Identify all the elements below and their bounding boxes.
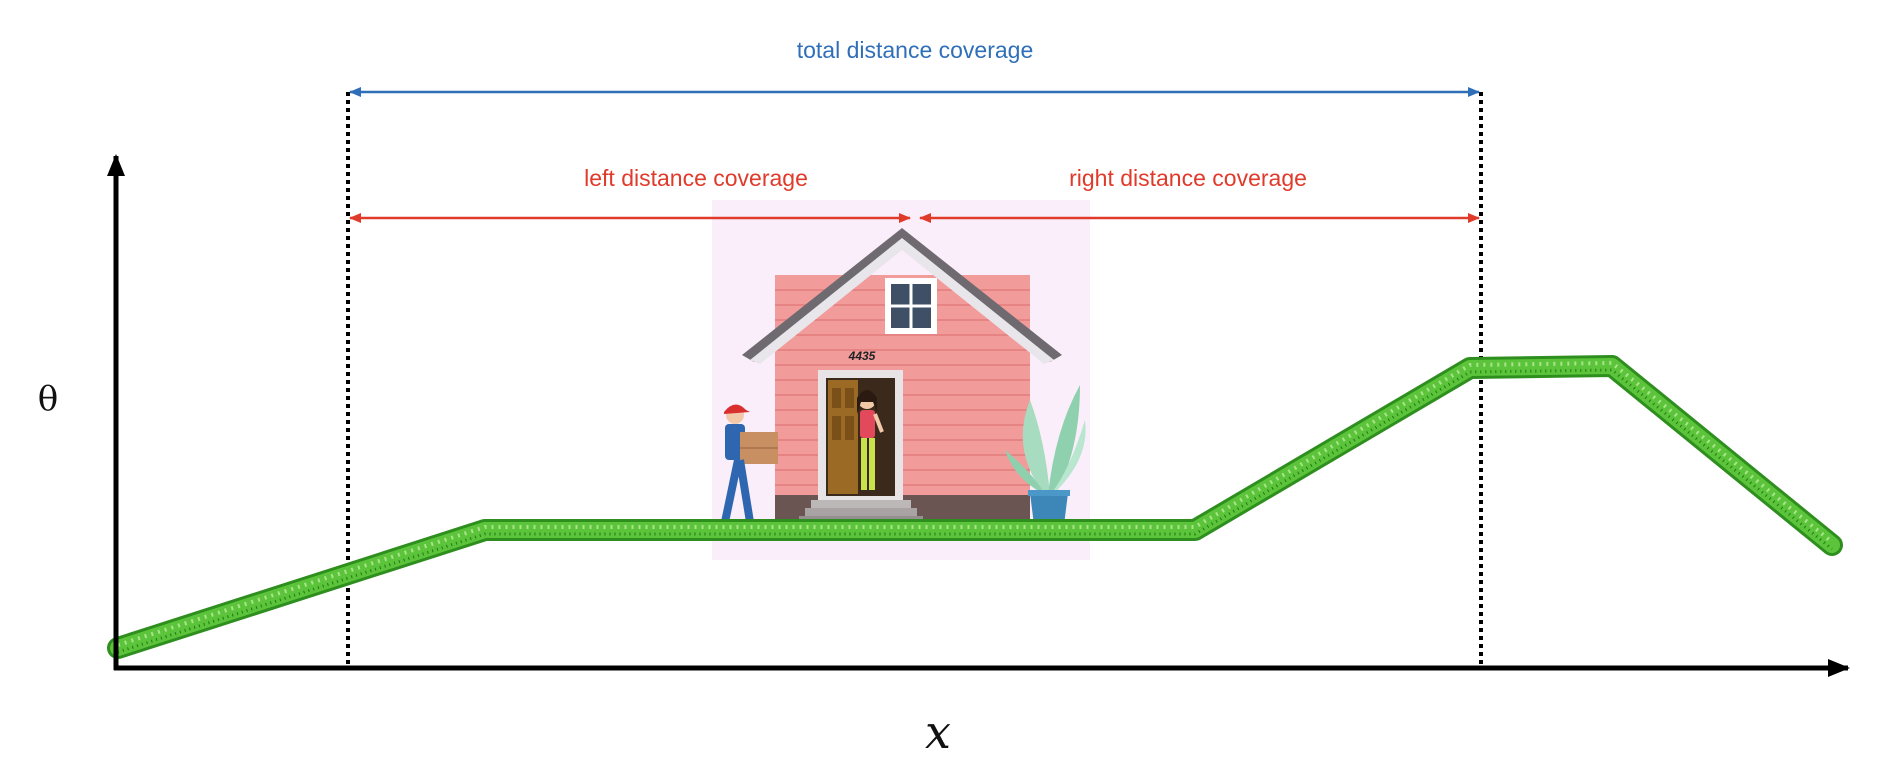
y-axis-label: θ [38,379,58,419]
house-number: 4435 [848,349,876,363]
right-distance-label: right distance coverage [1069,165,1307,191]
left-distance-label: left distance coverage [584,165,808,191]
total-distance-label: total distance coverage [797,37,1034,63]
x-axis-label: x [925,705,951,759]
distance-coverage-diagram: total distance coverage 4435 left distan… [38,37,1850,759]
